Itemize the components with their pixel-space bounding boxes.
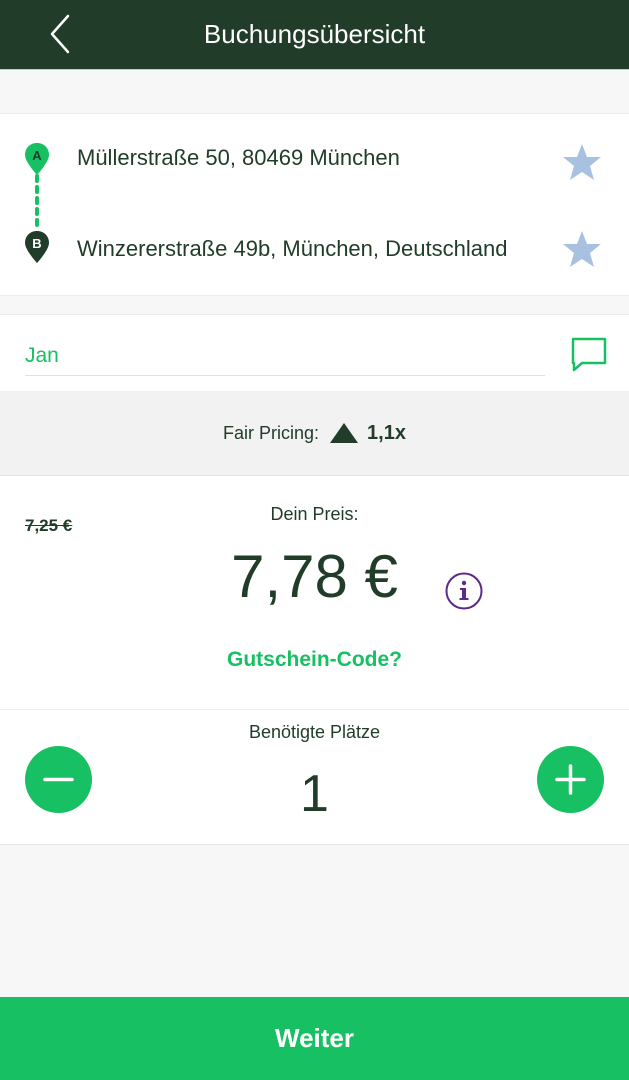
header-bar: Buchungsübersicht <box>0 0 629 70</box>
passenger-section <box>0 314 629 391</box>
increase-seats-button[interactable] <box>537 746 604 813</box>
plus-icon <box>555 764 586 795</box>
fair-pricing-label: Fair Pricing: <box>223 422 320 443</box>
pin-a-icon: A <box>25 143 49 175</box>
info-icon[interactable] <box>445 572 483 610</box>
favorite-star-icon[interactable] <box>562 142 602 182</box>
seats-count: 1 <box>300 765 329 823</box>
message-icon[interactable] <box>570 335 608 375</box>
to-address[interactable]: Winzererstraße 49b, München, Deutschland <box>77 234 507 264</box>
price-section: 7,25 € Dein Preis: 7,78 € Gutschein-Code… <box>0 476 629 709</box>
seats-section: Benötigte Plätze 1 <box>0 709 629 845</box>
fair-pricing-row: Fair Pricing: 1,1x <box>0 391 629 476</box>
seats-label: Benötigte Plätze <box>248 722 381 742</box>
voucher-code-link[interactable]: Gutschein-Code? <box>0 648 629 672</box>
pin-a-label: A <box>32 148 42 163</box>
page-title: Buchungsübersicht <box>203 19 426 49</box>
pin-b-icon: B <box>25 231 49 263</box>
continue-button[interactable]: Weiter <box>0 997 629 1080</box>
route-dotted-line <box>35 174 39 230</box>
price-label: Dein Preis: <box>270 504 359 524</box>
fair-pricing-value: 1,1x <box>367 421 406 444</box>
favorite-star-icon[interactable] <box>562 229 602 269</box>
triangle-up-icon <box>330 423 359 443</box>
price-value: 7,78 € <box>231 543 398 610</box>
route-card: A Müllerstraße 50, 80469 München B Winze… <box>0 113 629 296</box>
from-address[interactable]: Müllerstraße 50, 80469 München <box>77 143 400 173</box>
continue-button-label: Weiter <box>275 1023 354 1053</box>
pin-b-label: B <box>32 236 41 251</box>
passenger-name-field[interactable] <box>25 337 545 376</box>
